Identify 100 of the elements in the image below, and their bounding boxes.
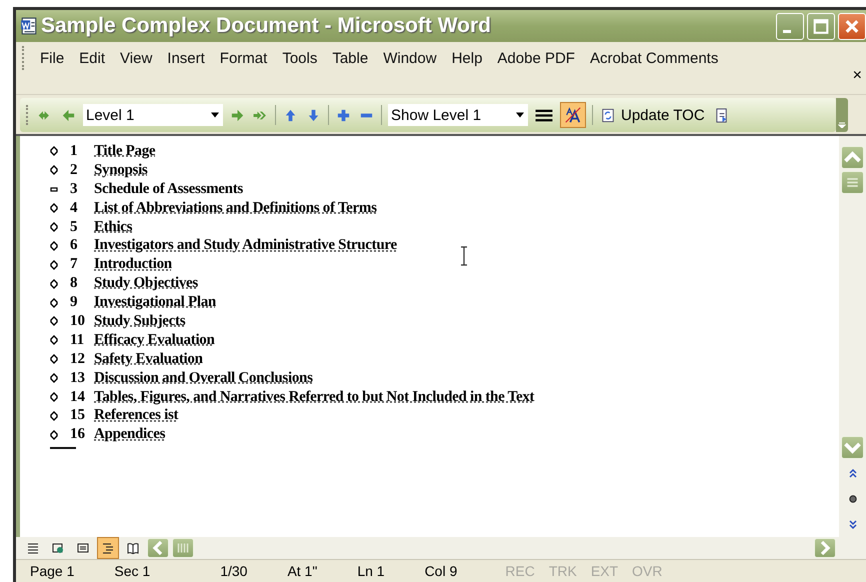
expand-symbol-icon[interactable] — [50, 260, 58, 270]
heading-number: 15 — [70, 407, 86, 424]
heading-number: 13 — [70, 370, 86, 387]
previous-page-icon[interactable] — [848, 468, 858, 478]
heading-text[interactable]: Study Objectives — [94, 275, 198, 292]
heading-text[interactable]: Investigational Plan — [94, 294, 216, 312]
heading-number: 9 — [70, 294, 78, 312]
level-dropdown[interactable]: Level 1 — [83, 104, 223, 126]
expand-symbol-icon[interactable] — [50, 203, 58, 214]
status-field: Page 1 — [30, 563, 74, 579]
status-field: EXT — [590, 563, 618, 579]
heading-text[interactable]: Safety Evaluation — [94, 350, 203, 368]
heading-text[interactable]: Discussion and Overall Conclusions — [94, 370, 313, 387]
plus-icon[interactable] — [335, 108, 352, 122]
menu-item[interactable]: File — [33, 50, 72, 66]
expand-symbol-icon[interactable] — [50, 430, 58, 440]
expand-symbol-icon[interactable] — [50, 354, 58, 364]
status-field: At 1" — [287, 563, 318, 579]
page-icon — [77, 542, 89, 554]
status-field: TRK — [548, 563, 577, 579]
window-title: Sample Complex Document - Microsoft Word — [41, 14, 491, 38]
close-button[interactable] — [838, 12, 866, 40]
heading-number: 5 — [70, 218, 78, 236]
web-page-icon — [52, 542, 64, 554]
heading-text[interactable]: References ist — [94, 407, 178, 424]
heading-number: 16 — [70, 426, 86, 444]
heading-text[interactable]: Efficacy Evaluation — [94, 332, 215, 349]
caret-icon — [516, 112, 524, 118]
expand-symbol-icon[interactable] — [50, 222, 58, 232]
menu-item[interactable]: Tools — [275, 50, 324, 66]
scroll-right-button[interactable] — [814, 538, 836, 558]
menu-item[interactable]: Acrobat Comments — [582, 50, 726, 66]
minimize-icon — [783, 30, 791, 32]
left-arrow-icon[interactable] — [60, 108, 77, 122]
expand-symbol-icon[interactable] — [50, 298, 58, 308]
menu-item[interactable]: Format — [212, 50, 274, 66]
status-field: Ln 1 — [357, 563, 385, 579]
status-field: 1/30 — [220, 563, 248, 579]
menu-item[interactable]: Window — [376, 50, 444, 66]
caret-icon — [211, 112, 219, 118]
heading-text[interactable]: List of Abbreviations and Definitions of Terms — [94, 200, 377, 217]
close-document-button[interactable]: × — [852, 67, 862, 85]
heading-text[interactable]: Synopsis — [94, 162, 148, 179]
heading-text[interactable]: Ethics — [94, 218, 132, 236]
scroll-thumb[interactable] — [841, 171, 864, 194]
browse-object-icon[interactable] — [848, 494, 858, 504]
heading-text[interactable]: Investigators and Study Administrative Structure — [94, 237, 397, 254]
heading-number: 12 — [70, 350, 86, 368]
expand-symbol-icon[interactable] — [50, 373, 58, 384]
menu-item[interactable]: Table — [325, 50, 376, 66]
menu-item[interactable]: Edit — [72, 50, 112, 66]
heading-number: 6 — [70, 237, 78, 254]
expand-symbol-icon[interactable] — [50, 316, 58, 326]
heading-number: 2 — [70, 162, 78, 179]
minimize-button[interactable] — [776, 12, 804, 40]
status-field: Col 9 — [424, 563, 458, 579]
expand-symbol-icon[interactable] — [50, 146, 58, 156]
book-icon — [127, 542, 139, 554]
show-formatting-button[interactable] — [560, 102, 586, 128]
status-field: REC — [505, 563, 535, 579]
expand-symbol-icon[interactable] — [50, 410, 58, 421]
expand-symbol-icon[interactable] — [50, 392, 58, 402]
vertical-scrollbar[interactable] — [839, 136, 866, 537]
text-cursor-icon — [460, 246, 468, 266]
menu-item[interactable]: Insert — [160, 50, 212, 66]
expand-symbol-icon[interactable] — [50, 165, 58, 176]
heading-text[interactable]: Study Subjects — [94, 312, 186, 330]
heading-number: 3 — [70, 180, 78, 198]
heading-text[interactable]: Introduction — [94, 256, 172, 274]
heading-number: 7 — [70, 256, 78, 274]
end-of-document-mark — [50, 447, 76, 450]
heading-text[interactable]: Title Page — [94, 142, 156, 160]
heading-number: 1 — [70, 142, 78, 160]
heading-number: 10 — [70, 312, 86, 330]
caret-icon — [838, 120, 846, 128]
maximize-button[interactable] — [807, 12, 835, 40]
status-field: Sec 1 — [114, 563, 150, 579]
scroll-up-button[interactable] — [841, 146, 864, 169]
toolbar-options-button[interactable] — [836, 98, 848, 132]
right-arrow-icon[interactable] — [229, 108, 246, 122]
update-toc-button[interactable]: Update TOC — [599, 106, 707, 124]
horizontal-scroll-thumb[interactable] — [172, 538, 194, 558]
heading-text[interactable]: Appendices — [94, 426, 166, 444]
lines-icon — [27, 542, 39, 554]
heading-number: 14 — [70, 388, 86, 406]
format-letters-icon — [564, 106, 582, 124]
expand-symbol-icon[interactable] — [50, 240, 58, 251]
outline-view-button[interactable] — [97, 537, 119, 559]
menu-item[interactable]: Adobe PDF — [490, 50, 582, 66]
heading-text[interactable]: Schedule of Assessments — [94, 180, 243, 198]
scroll-down-button[interactable] — [841, 436, 864, 459]
expand-symbol-icon[interactable] — [50, 335, 58, 346]
expand-symbol-icon[interactable] — [50, 278, 58, 289]
next-page-icon[interactable] — [848, 520, 858, 530]
heading-text[interactable]: Tables, Figures, and Narratives Referred to but Not Included in the Text — [94, 388, 534, 406]
menu-item[interactable]: Help — [444, 50, 490, 66]
lines-icon[interactable] — [534, 108, 554, 122]
heading-number: 8 — [70, 275, 78, 292]
show-level-dropdown[interactable]: Show Level 1 — [388, 104, 528, 126]
menu-item[interactable]: View — [113, 50, 160, 66]
